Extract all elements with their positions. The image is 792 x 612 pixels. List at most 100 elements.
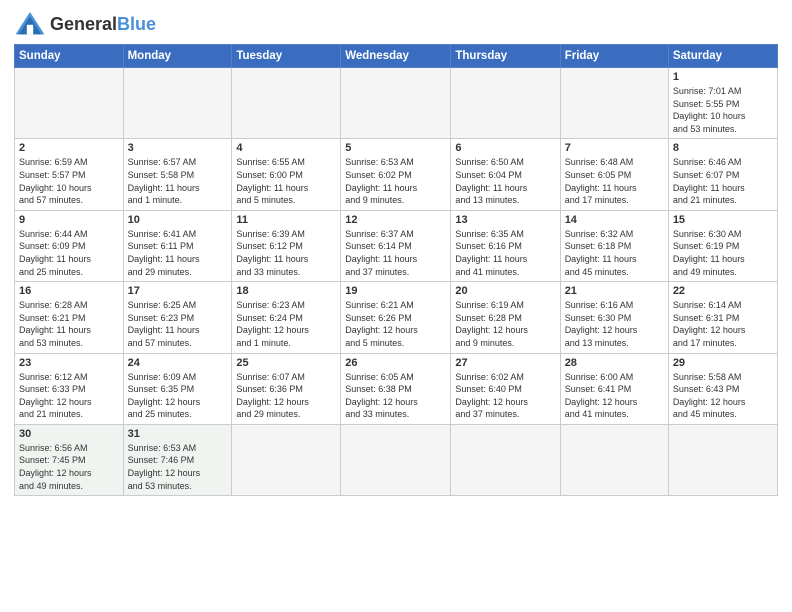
day-info: Sunrise: 6:00 AM Sunset: 6:41 PM Dayligh… [565,371,664,421]
day-info: Sunrise: 6:02 AM Sunset: 6:40 PM Dayligh… [455,371,555,421]
day-number: 12 [345,214,446,226]
day-info: Sunrise: 6:28 AM Sunset: 6:21 PM Dayligh… [19,299,119,349]
day-info: Sunrise: 6:23 AM Sunset: 6:24 PM Dayligh… [236,299,336,349]
calendar-header-friday: Friday [560,45,668,68]
calendar-header-monday: Monday [123,45,232,68]
day-number: 30 [19,428,119,440]
day-number: 24 [128,357,228,369]
day-info: Sunrise: 6:56 AM Sunset: 7:45 PM Dayligh… [19,442,119,492]
calendar-cell: 27 Sunrise: 6:02 AM Sunset: 6:40 PM Dayli… [451,353,560,424]
calendar-cell: 15 Sunrise: 6:30 AM Sunset: 6:19 PM Dayli… [668,210,777,281]
calendar-cell [123,68,232,139]
day-info: Sunrise: 6:53 AM Sunset: 6:02 PM Dayligh… [345,156,446,206]
calendar-cell: 9Sunrise: 6:44 AM Sunset: 6:09 PM Daylig… [15,210,124,281]
calendar-cell: 31Sunrise: 6:53 AM Sunset: 7:46 PM Dayli… [123,424,232,495]
logo: GeneralBlue [14,10,156,38]
calendar-cell: 6 Sunrise: 6:50 AM Sunset: 6:04 PM Daylig… [451,139,560,210]
day-info: Sunrise: 6:57 AM Sunset: 5:58 PM Dayligh… [128,156,228,206]
day-info: Sunrise: 5:58 AM Sunset: 6:43 PM Dayligh… [673,371,773,421]
calendar-cell: 20 Sunrise: 6:19 AM Sunset: 6:28 PM Dayli… [451,282,560,353]
logo-text: GeneralBlue [50,15,156,33]
day-number: 17 [128,285,228,297]
day-number: 25 [236,357,336,369]
calendar-week-4: 16 Sunrise: 6:28 AM Sunset: 6:21 PM Dayli… [15,282,778,353]
day-info: Sunrise: 6:16 AM Sunset: 6:30 PM Dayligh… [565,299,664,349]
calendar-cell: 5 Sunrise: 6:53 AM Sunset: 6:02 PM Daylig… [341,139,451,210]
calendar-header-saturday: Saturday [668,45,777,68]
calendar-cell [451,68,560,139]
day-number: 16 [19,285,119,297]
day-number: 20 [455,285,555,297]
calendar-cell: 3 Sunrise: 6:57 AM Sunset: 5:58 PM Daylig… [123,139,232,210]
day-info: Sunrise: 6:30 AM Sunset: 6:19 PM Dayligh… [673,228,773,278]
day-info: Sunrise: 6:19 AM Sunset: 6:28 PM Dayligh… [455,299,555,349]
day-number: 26 [345,357,446,369]
calendar-week-3: 9Sunrise: 6:44 AM Sunset: 6:09 PM Daylig… [15,210,778,281]
calendar-cell: 8 Sunrise: 6:46 AM Sunset: 6:07 PM Daylig… [668,139,777,210]
calendar-cell: 7Sunrise: 6:48 AM Sunset: 6:05 PM Daylig… [560,139,668,210]
day-number: 29 [673,357,773,369]
calendar-cell: 22 Sunrise: 6:14 AM Sunset: 6:31 PM Dayli… [668,282,777,353]
calendar-cell: 2Sunrise: 6:59 AM Sunset: 5:57 PM Daylig… [15,139,124,210]
logo-blue: Blue [117,14,156,34]
calendar-cell [232,68,341,139]
calendar-cell: 25Sunrise: 6:07 AM Sunset: 6:36 PM Dayli… [232,353,341,424]
calendar-header-row: SundayMondayTuesdayWednesdayThursdayFrid… [15,45,778,68]
day-info: Sunrise: 6:59 AM Sunset: 5:57 PM Dayligh… [19,156,119,206]
calendar: SundayMondayTuesdayWednesdayThursdayFrid… [14,44,778,496]
day-number: 3 [128,142,228,154]
calendar-cell: 12 Sunrise: 6:37 AM Sunset: 6:14 PM Dayli… [341,210,451,281]
day-number: 13 [455,214,555,226]
day-number: 18 [236,285,336,297]
calendar-cell: 23 Sunrise: 6:12 AM Sunset: 6:33 PM Dayli… [15,353,124,424]
calendar-header-thursday: Thursday [451,45,560,68]
day-info: Sunrise: 6:09 AM Sunset: 6:35 PM Dayligh… [128,371,228,421]
day-number: 8 [673,142,773,154]
calendar-week-2: 2Sunrise: 6:59 AM Sunset: 5:57 PM Daylig… [15,139,778,210]
header: GeneralBlue [14,10,778,38]
calendar-cell: 10Sunrise: 6:41 AM Sunset: 6:11 PM Dayli… [123,210,232,281]
day-number: 5 [345,142,446,154]
day-info: Sunrise: 6:53 AM Sunset: 7:46 PM Dayligh… [128,442,228,492]
calendar-cell: 24 Sunrise: 6:09 AM Sunset: 6:35 PM Dayli… [123,353,232,424]
calendar-cell: 21 Sunrise: 6:16 AM Sunset: 6:30 PM Dayli… [560,282,668,353]
calendar-cell: 19Sunrise: 6:21 AM Sunset: 6:26 PM Dayli… [341,282,451,353]
day-info: Sunrise: 6:14 AM Sunset: 6:31 PM Dayligh… [673,299,773,349]
day-info: Sunrise: 6:05 AM Sunset: 6:38 PM Dayligh… [345,371,446,421]
day-number: 1 [673,71,773,83]
day-info: Sunrise: 6:12 AM Sunset: 6:33 PM Dayligh… [19,371,119,421]
calendar-cell: 17Sunrise: 6:25 AM Sunset: 6:23 PM Dayli… [123,282,232,353]
calendar-cell: 29 Sunrise: 5:58 AM Sunset: 6:43 PM Dayli… [668,353,777,424]
calendar-week-1: 1Sunrise: 7:01 AM Sunset: 5:55 PM Daylig… [15,68,778,139]
day-info: Sunrise: 6:35 AM Sunset: 6:16 PM Dayligh… [455,228,555,278]
day-number: 22 [673,285,773,297]
calendar-header-wednesday: Wednesday [341,45,451,68]
day-number: 27 [455,357,555,369]
logo-icon [14,10,46,38]
calendar-cell [15,68,124,139]
calendar-cell: 30 Sunrise: 6:56 AM Sunset: 7:45 PM Dayli… [15,424,124,495]
day-info: Sunrise: 6:21 AM Sunset: 6:26 PM Dayligh… [345,299,446,349]
calendar-cell: 11Sunrise: 6:39 AM Sunset: 6:12 PM Dayli… [232,210,341,281]
calendar-cell: 14Sunrise: 6:32 AM Sunset: 6:18 PM Dayli… [560,210,668,281]
day-number: 15 [673,214,773,226]
day-number: 21 [565,285,664,297]
day-info: Sunrise: 6:50 AM Sunset: 6:04 PM Dayligh… [455,156,555,206]
calendar-cell [560,68,668,139]
day-number: 6 [455,142,555,154]
day-info: Sunrise: 6:37 AM Sunset: 6:14 PM Dayligh… [345,228,446,278]
day-number: 9 [19,214,119,226]
calendar-cell: 13 Sunrise: 6:35 AM Sunset: 6:16 PM Dayli… [451,210,560,281]
calendar-week-6: 30 Sunrise: 6:56 AM Sunset: 7:45 PM Dayli… [15,424,778,495]
calendar-header-tuesday: Tuesday [232,45,341,68]
day-number: 7 [565,142,664,154]
calendar-cell: 26 Sunrise: 6:05 AM Sunset: 6:38 PM Dayli… [341,353,451,424]
day-number: 28 [565,357,664,369]
day-number: 14 [565,214,664,226]
calendar-week-5: 23 Sunrise: 6:12 AM Sunset: 6:33 PM Dayli… [15,353,778,424]
calendar-cell [451,424,560,495]
day-number: 23 [19,357,119,369]
day-info: Sunrise: 6:46 AM Sunset: 6:07 PM Dayligh… [673,156,773,206]
calendar-cell: 28 Sunrise: 6:00 AM Sunset: 6:41 PM Dayli… [560,353,668,424]
calendar-cell: 1Sunrise: 7:01 AM Sunset: 5:55 PM Daylig… [668,68,777,139]
